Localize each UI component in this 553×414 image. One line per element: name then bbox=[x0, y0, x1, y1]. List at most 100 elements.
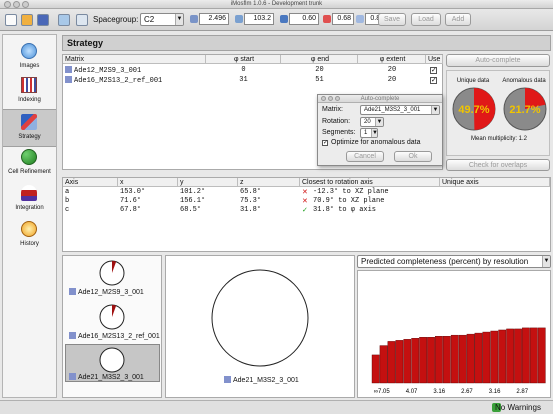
toolbar: Spacegroup: C2▼ 2.496 103.2 0.60 0.68 0.… bbox=[0, 9, 553, 31]
unique-axis-header[interactable]: Unique axis bbox=[440, 178, 550, 187]
phi-extent-cell[interactable]: 20 bbox=[358, 76, 426, 85]
rotation-select[interactable]: 20 ▼ bbox=[360, 117, 384, 127]
dialog-title-bar[interactable]: Auto-complete bbox=[318, 95, 442, 103]
completeness-chart-panel: ∞ 7.05 4.07 3.16 2.67 3.16 2.87 bbox=[357, 270, 551, 398]
chart-bar bbox=[490, 330, 499, 384]
table-row[interactable]: Ade16_M2S13_2_ref_001 bbox=[65, 76, 162, 85]
chart-tick-labels: ∞ 7.05 4.07 3.16 2.67 3.16 2.87 bbox=[374, 389, 529, 395]
big-circle-label: Ade21_M3S2_3_001 bbox=[224, 376, 299, 384]
matrix-header[interactable]: Matrix bbox=[63, 55, 206, 64]
matrix-icon bbox=[224, 376, 231, 383]
segments-select[interactable]: 1 ▼ bbox=[360, 128, 378, 138]
use-checkbox[interactable]: ✓ bbox=[430, 77, 437, 84]
sidebar-item-strategy[interactable]: Strategy bbox=[3, 109, 56, 147]
integration-icon bbox=[21, 185, 37, 201]
rotation-label: Rotation: bbox=[322, 118, 351, 125]
sidebar-item-indexing[interactable]: Indexing bbox=[3, 73, 56, 111]
chart-type-select[interactable]: Predicted completeness (percent) by reso… bbox=[357, 255, 551, 268]
big-rotation-circle[interactable] bbox=[210, 268, 310, 368]
matrix-circle-label: Ade12_M2S9_3_001 bbox=[69, 288, 144, 296]
cell-d-icon bbox=[323, 15, 331, 23]
chart-bar bbox=[442, 335, 451, 384]
phi-start-cell[interactable]: 0 bbox=[206, 66, 281, 75]
chart-bar bbox=[482, 331, 491, 384]
matrix-select[interactable]: Ade21_M3S2_3_001 ▼ bbox=[360, 105, 440, 115]
y-header[interactable]: y bbox=[178, 178, 238, 187]
chart-bar bbox=[371, 354, 380, 384]
chart-bar bbox=[537, 327, 546, 384]
cell-a-icon bbox=[190, 15, 198, 23]
window-title: iMosflm 1.0.6 - Development trunk bbox=[230, 1, 323, 7]
axis-x: 67.8° bbox=[120, 206, 142, 214]
phi-start-header[interactable]: φ start bbox=[206, 55, 281, 64]
unique-data-label: Unique data bbox=[456, 78, 490, 84]
axis-name: b bbox=[65, 197, 70, 205]
phi-end-cell[interactable]: 20 bbox=[281, 66, 358, 75]
add-button[interactable]: Add bbox=[445, 13, 471, 26]
new-session-icon[interactable] bbox=[5, 14, 17, 26]
save-button[interactable]: Save bbox=[378, 13, 406, 26]
axis-header[interactable]: Axis bbox=[63, 178, 118, 187]
chart-bar bbox=[458, 334, 467, 384]
phi-extent-cell[interactable]: 20 bbox=[358, 66, 426, 75]
matrix-circle-item[interactable]: Ade12_M2S9_3_001 bbox=[65, 258, 160, 300]
phi-start-cell[interactable]: 31 bbox=[206, 76, 281, 85]
chart-tick-label: 2.87 bbox=[516, 389, 528, 395]
mean-multiplicity: Mean multiplicity: 1.2 bbox=[470, 136, 528, 142]
auto-complete-dialog: Auto-complete Matrix: Ade21_M3S2_3_001 ▼ … bbox=[317, 94, 443, 166]
cell-d-field[interactable]: 0.68 bbox=[332, 13, 354, 25]
spacegroup-select[interactable]: C2 ▼ bbox=[140, 13, 184, 26]
axis-name: c bbox=[65, 206, 70, 214]
phi-end-cell[interactable]: 51 bbox=[281, 76, 358, 85]
axis-y: 68.5° bbox=[180, 206, 202, 214]
chart-bar bbox=[411, 338, 420, 384]
rotation-circle bbox=[99, 347, 125, 373]
cell-a-field[interactable]: 2.496 bbox=[199, 13, 229, 25]
chart-bar bbox=[506, 328, 514, 384]
circle-outline bbox=[211, 269, 309, 367]
matrix-circle-item-selected[interactable]: Ade21_M3S2_3_001 bbox=[65, 344, 160, 382]
sidebar-item-cell-refinement[interactable]: Cell Refinement bbox=[3, 145, 56, 183]
cancel-button[interactable]: Cancel bbox=[346, 151, 384, 162]
x-header[interactable]: x bbox=[118, 178, 178, 187]
load-button[interactable]: Load bbox=[411, 13, 441, 26]
image-display-icon[interactable] bbox=[58, 14, 70, 26]
circle-outline bbox=[99, 347, 125, 373]
open-session-icon[interactable] bbox=[21, 14, 33, 26]
settings-icon[interactable] bbox=[76, 14, 88, 26]
chart-bar bbox=[466, 333, 475, 384]
matrix-icon bbox=[69, 373, 76, 380]
check-overlaps-button[interactable]: Check for overlaps bbox=[446, 159, 550, 171]
optimize-anomalous-checkbox[interactable]: ✓ bbox=[322, 140, 328, 146]
cell-c-icon bbox=[280, 15, 288, 23]
sidebar-item-integration[interactable]: Integration bbox=[3, 181, 56, 219]
use-checkbox[interactable]: ✓ bbox=[430, 67, 437, 74]
sidebar-item-history[interactable]: History bbox=[3, 217, 56, 255]
closest-axis-header[interactable]: Closest to rotation axis bbox=[300, 178, 440, 187]
matrix-icon bbox=[69, 332, 76, 339]
cell-b-icon bbox=[235, 15, 243, 23]
phi-end-header[interactable]: φ end bbox=[281, 55, 358, 64]
sidebar-item-images[interactable]: Images bbox=[3, 39, 56, 77]
z-header[interactable]: z bbox=[238, 178, 300, 187]
matrix-circle-item[interactable]: Ade16_M2S13_2_ref_001 bbox=[65, 302, 160, 344]
use-header[interactable]: Use bbox=[426, 55, 443, 64]
page-title: Strategy bbox=[62, 35, 551, 51]
axis-z: 65.8° bbox=[240, 188, 262, 196]
chart-bar bbox=[387, 341, 396, 384]
table-row[interactable]: Ade12_M2S9_3_001 bbox=[65, 66, 141, 75]
phi-extent-header[interactable]: φ extent bbox=[358, 55, 426, 64]
spacegroup-label: Spacegroup: bbox=[93, 15, 139, 24]
auto-complete-button[interactable]: Auto-complete bbox=[446, 54, 550, 67]
chart-bar bbox=[403, 339, 412, 384]
matrix-circle-label: Ade16_M2S13_2_ref_001 bbox=[69, 332, 160, 340]
cell-b-field[interactable]: 103.2 bbox=[244, 13, 274, 25]
matrix-icon bbox=[65, 76, 72, 83]
save-session-icon[interactable] bbox=[37, 14, 49, 26]
task-sidebar: Images Indexing Strategy Cell Refinement… bbox=[2, 34, 57, 398]
warnings-status[interactable]: No Warnings bbox=[495, 402, 541, 414]
chart-bar bbox=[498, 329, 507, 384]
ok-button[interactable]: Ok bbox=[394, 151, 432, 162]
closest-axis-value: -12.3° to XZ plane bbox=[313, 188, 389, 196]
cell-c-field[interactable]: 0.60 bbox=[289, 13, 319, 25]
